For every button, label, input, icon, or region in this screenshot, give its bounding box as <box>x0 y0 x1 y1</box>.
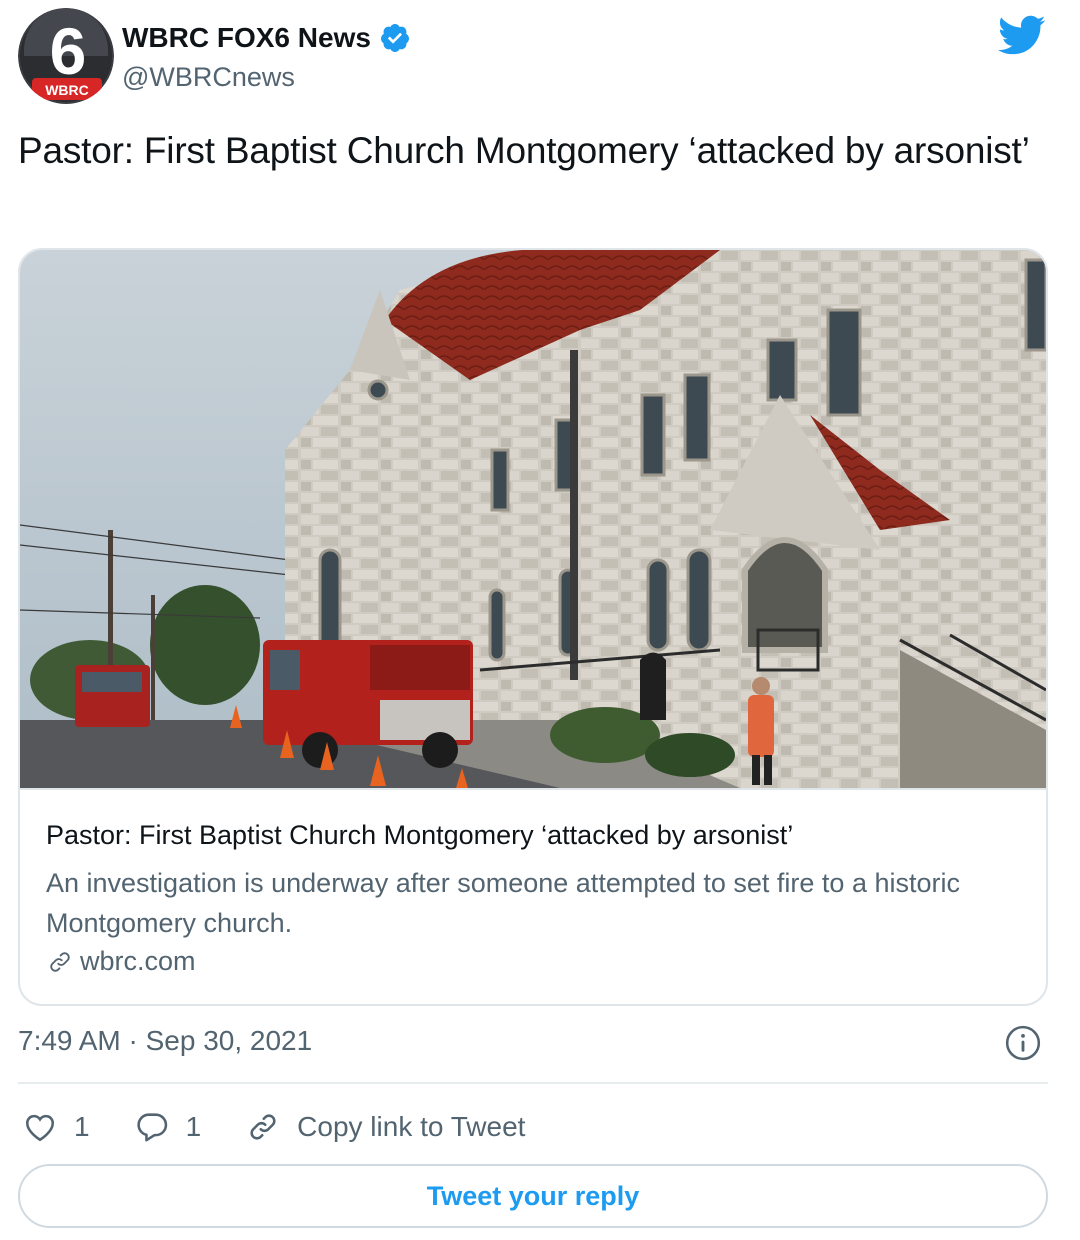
link-icon <box>250 1114 276 1140</box>
card-body[interactable]: Pastor: First Baptist Church Montgomery … <box>20 788 1046 1004</box>
name-line: WBRC FOX6 News <box>122 22 411 54</box>
display-name[interactable]: WBRC FOX6 News <box>122 22 371 54</box>
copy-link-action[interactable]: Copy link to Tweet <box>245 1109 525 1145</box>
tweet-reply-button[interactable]: Tweet your reply <box>18 1164 1048 1228</box>
action-bar: 1 1 Copy link to Tweet <box>22 1102 569 1152</box>
card-title: Pastor: First Baptist Church Montgomery … <box>46 820 794 850</box>
reply-action[interactable]: 1 <box>134 1109 202 1145</box>
twitter-bird-icon[interactable] <box>996 10 1046 60</box>
handle[interactable]: @WBRCnews <box>122 62 295 93</box>
avatar-badge-text: WBRC <box>45 82 89 98</box>
heart-icon <box>25 1114 55 1142</box>
like-count: 1 <box>74 1111 90 1142</box>
card-domain: wbrc.com <box>46 946 196 977</box>
tweet-header: 6 WBRC WBRC FOX6 News @WBRCnews <box>18 8 1062 108</box>
wbrc-logo-icon: 6 WBRC <box>18 8 114 104</box>
copy-link-label: Copy link to Tweet <box>297 1111 526 1142</box>
link-icon <box>50 951 70 972</box>
like-action[interactable]: 1 <box>22 1109 90 1145</box>
avatar[interactable]: 6 WBRC <box>18 8 114 104</box>
verified-badge-icon <box>380 24 409 52</box>
card-domain-text: wbrc.com <box>80 946 196 976</box>
avatar-number: 6 <box>50 14 87 88</box>
tweet-text: Pastor: First Baptist Church Montgomery … <box>18 130 1030 171</box>
reply-count: 1 <box>185 1111 202 1142</box>
church-photo-image[interactable] <box>20 250 1046 788</box>
divider <box>18 1082 1048 1084</box>
reply-bubble-icon <box>136 1113 167 1142</box>
link-card[interactable]: Pastor: First Baptist Church Montgomery … <box>18 248 1048 1006</box>
tweet-timestamp[interactable]: 7:49 AM · Sep 30, 2021 <box>18 1025 312 1057</box>
info-icon[interactable] <box>1004 1024 1042 1062</box>
card-description: An investigation is underway after someo… <box>46 868 960 938</box>
